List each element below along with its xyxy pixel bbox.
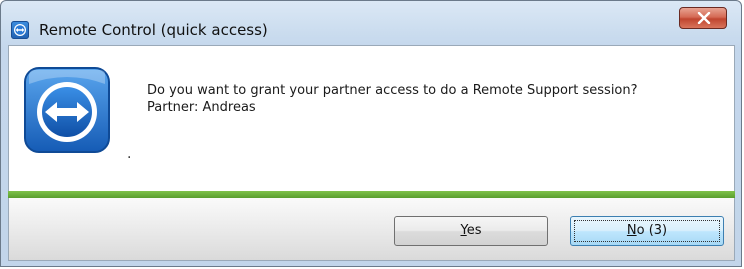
status-dot: . [127, 146, 132, 162]
button-area: Yes No (3) [8, 198, 735, 261]
teamviewer-icon [11, 21, 29, 39]
accent-bar [8, 191, 735, 198]
close-icon [697, 12, 711, 24]
dialog-message: Do you want to grant your partner access… [147, 82, 638, 116]
partner-text: Partner: Andreas [147, 100, 256, 115]
question-text: Do you want to grant your partner access… [147, 83, 638, 98]
dialog-window: Remote Control (quick access) . Do you w… [0, 0, 742, 267]
no-button[interactable]: No (3) [570, 216, 724, 246]
no-label: o (3) [636, 223, 668, 238]
yes-label: es [466, 223, 482, 238]
no-accelerator: N [626, 223, 637, 238]
teamviewer-logo-icon [24, 67, 110, 153]
close-button[interactable] [679, 7, 727, 29]
title-bar[interactable]: Remote Control (quick access) [1, 1, 741, 45]
window-title: Remote Control (quick access) [39, 21, 268, 39]
dialog-content: . Do you want to grant your partner acce… [8, 45, 735, 192]
yes-button[interactable]: Yes [394, 216, 548, 246]
